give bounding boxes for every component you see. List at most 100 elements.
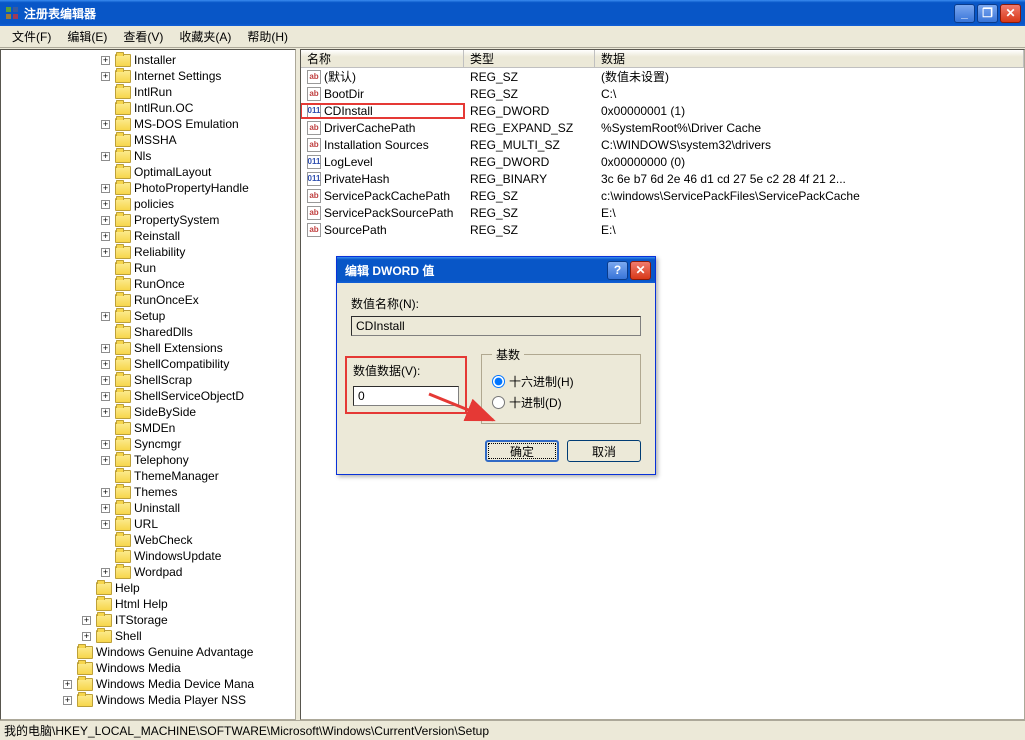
col-header-name[interactable]: 名称 [301,50,464,67]
col-header-type[interactable]: 类型 [464,50,595,67]
table-row[interactable]: abSourcePathREG_SZE:\ [301,221,1024,238]
tree-item[interactable]: SharedDlls [1,324,295,340]
tree-expander[interactable]: + [63,680,72,689]
tree-item[interactable]: +ShellScrap [1,372,295,388]
tree-expander[interactable]: + [101,152,110,161]
tree-item[interactable]: +ITStorage [1,612,295,628]
value-name-input[interactable] [351,316,641,336]
tree-item[interactable]: +MS-DOS Emulation [1,116,295,132]
tree-item[interactable]: Windows Media [1,660,295,676]
tree-item[interactable]: +Shell [1,628,295,644]
tree-expander[interactable]: + [101,440,110,449]
value-data-highlight: 数值数据(V): [345,356,467,414]
tree-item[interactable]: +Windows Media Player NSS [1,692,295,708]
tree-expander[interactable]: + [101,200,110,209]
close-button[interactable]: ✕ [1000,4,1021,23]
tree-item[interactable]: SMDEn [1,420,295,436]
table-row[interactable]: abDriverCachePathREG_EXPAND_SZ%SystemRoo… [301,119,1024,136]
tree-item[interactable]: WebCheck [1,532,295,548]
tree-expander[interactable]: + [101,184,110,193]
menu-help[interactable]: 帮助(H) [239,26,296,47]
tree-expander[interactable]: + [82,616,91,625]
tree-item[interactable]: MSSHA [1,132,295,148]
tree-expander[interactable]: + [63,696,72,705]
tree-expander[interactable]: + [101,120,110,129]
menu-favorites[interactable]: 收藏夹(A) [171,26,239,47]
tree-item[interactable]: RunOnceEx [1,292,295,308]
ok-button[interactable]: 确定 [485,440,559,462]
folder-icon [115,54,131,67]
tree-item[interactable]: Help [1,580,295,596]
table-row[interactable]: abInstallation SourcesREG_MULTI_SZC:\WIN… [301,136,1024,153]
tree-expander[interactable]: + [101,248,110,257]
tree-expander[interactable]: + [101,392,110,401]
radio-dec[interactable] [492,396,505,409]
tree-item[interactable]: Run [1,260,295,276]
tree-expander[interactable]: + [101,344,110,353]
tree-item[interactable]: OptimalLayout [1,164,295,180]
table-row[interactable]: abBootDirREG_SZC:\ [301,85,1024,102]
table-row[interactable]: 011CDInstallREG_DWORD0x00000001 (1) [301,102,1024,119]
minimize-button[interactable]: _ [954,4,975,23]
tree-item[interactable]: +Themes [1,484,295,500]
tree-item[interactable]: +Reinstall [1,228,295,244]
tree-expander[interactable]: + [101,408,110,417]
tree-item[interactable]: Windows Genuine Advantage [1,644,295,660]
tree-expander[interactable]: + [101,56,110,65]
tree-item[interactable]: +Setup [1,308,295,324]
radio-hex[interactable] [492,375,505,388]
tree-item[interactable]: +Reliability [1,244,295,260]
maximize-button[interactable]: ❐ [977,4,998,23]
tree-item[interactable]: +Shell Extensions [1,340,295,356]
tree-item[interactable]: +Internet Settings [1,68,295,84]
tree-item[interactable]: WindowsUpdate [1,548,295,564]
tree-item[interactable]: +Telephony [1,452,295,468]
cancel-button[interactable]: 取消 [567,440,641,462]
tree-expander[interactable]: + [101,568,110,577]
dialog-close-button[interactable]: ✕ [630,261,651,280]
tree-item[interactable]: +policies [1,196,295,212]
tree-item[interactable]: +Windows Media Device Mana [1,676,295,692]
tree-item[interactable]: +ShellServiceObjectD [1,388,295,404]
tree-expander[interactable]: + [101,312,110,321]
dialog-titlebar[interactable]: 编辑 DWORD 值 ? ✕ [337,257,655,283]
tree-expander[interactable]: + [82,632,91,641]
tree-expander[interactable]: + [101,520,110,529]
tree-item[interactable]: IntlRun [1,84,295,100]
menu-view[interactable]: 查看(V) [115,26,171,47]
folder-icon [115,502,131,515]
tree-expander[interactable]: + [101,232,110,241]
tree-item[interactable]: +PhotoPropertyHandle [1,180,295,196]
tree-item[interactable]: +URL [1,516,295,532]
tree-item[interactable]: +Syncmgr [1,436,295,452]
dialog-help-button[interactable]: ? [607,261,628,280]
table-row[interactable]: abServicePackSourcePathREG_SZE:\ [301,204,1024,221]
tree-item[interactable]: ThemeManager [1,468,295,484]
table-row[interactable]: 011LogLevelREG_DWORD0x00000000 (0) [301,153,1024,170]
tree-item[interactable]: +ShellCompatibility [1,356,295,372]
table-row[interactable]: abServicePackCachePathREG_SZc:\windows\S… [301,187,1024,204]
tree-item[interactable]: +Uninstall [1,500,295,516]
menu-file[interactable]: 文件(F) [4,26,59,47]
tree-expander[interactable]: + [101,72,110,81]
tree-item[interactable]: +SideBySide [1,404,295,420]
tree-expander[interactable]: + [101,456,110,465]
tree-item[interactable]: +PropertySystem [1,212,295,228]
tree-pane[interactable]: +Installer+Internet SettingsIntlRunIntlR… [0,49,296,720]
table-row[interactable]: ab(默认)REG_SZ(数值未设置) [301,68,1024,85]
tree-expander[interactable]: + [101,216,110,225]
tree-item[interactable]: +Wordpad [1,564,295,580]
tree-item[interactable]: RunOnce [1,276,295,292]
tree-item[interactable]: IntlRun.OC [1,100,295,116]
tree-item[interactable]: +Nls [1,148,295,164]
tree-item[interactable]: Html Help [1,596,295,612]
tree-expander[interactable]: + [101,376,110,385]
tree-item[interactable]: +Installer [1,52,295,68]
value-data-input[interactable] [353,386,459,406]
tree-expander[interactable]: + [101,504,110,513]
tree-expander[interactable]: + [101,360,110,369]
col-header-data[interactable]: 数据 [595,50,1024,67]
tree-expander[interactable]: + [101,488,110,497]
table-row[interactable]: 011PrivateHashREG_BINARY3c 6e b7 6d 2e 4… [301,170,1024,187]
menu-edit[interactable]: 编辑(E) [59,26,115,47]
